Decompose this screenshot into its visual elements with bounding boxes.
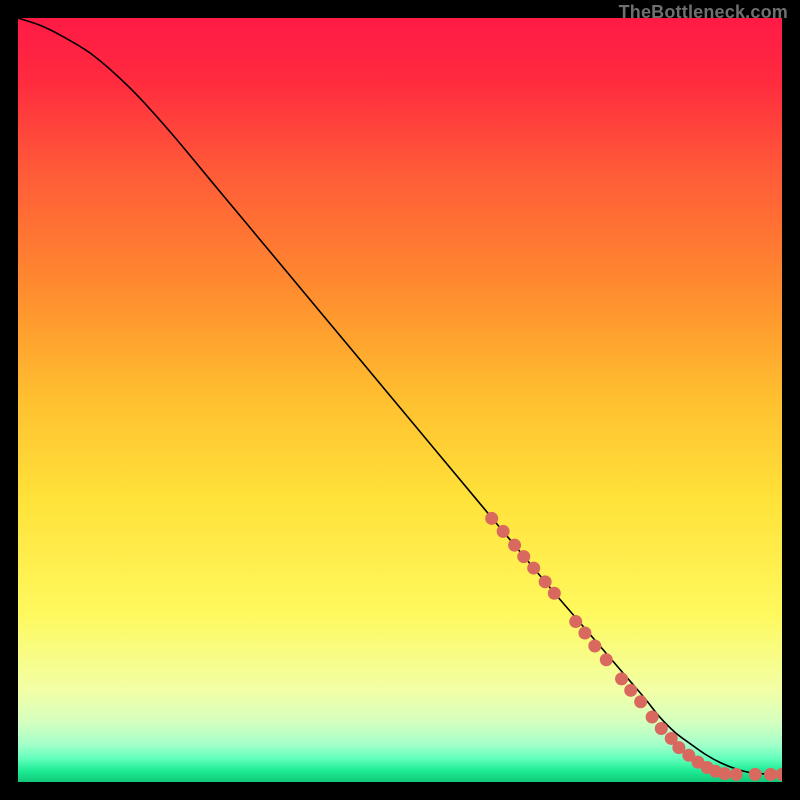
highlight-dot xyxy=(527,562,540,575)
highlight-dot xyxy=(624,684,637,697)
highlight-dot xyxy=(730,768,743,781)
highlight-dot xyxy=(485,512,498,525)
highlight-dot xyxy=(600,653,613,666)
highlight-dot xyxy=(539,575,552,588)
highlight-dot xyxy=(517,550,530,563)
highlight-dot xyxy=(634,695,647,708)
highlight-dot xyxy=(569,615,582,628)
highlight-dot xyxy=(655,722,668,735)
chart-background xyxy=(18,18,782,782)
highlight-dot xyxy=(548,587,561,600)
highlight-dot xyxy=(718,767,731,780)
highlight-dot xyxy=(749,768,762,781)
highlight-dot xyxy=(764,768,777,781)
chart-container: TheBottleneck.com xyxy=(0,0,800,800)
highlight-dot xyxy=(588,640,601,653)
highlight-dot xyxy=(508,539,521,552)
highlight-dot xyxy=(615,672,628,685)
highlight-dot xyxy=(497,525,510,538)
bottleneck-chart xyxy=(18,18,782,782)
highlight-dot xyxy=(578,627,591,640)
highlight-dot xyxy=(646,711,659,724)
